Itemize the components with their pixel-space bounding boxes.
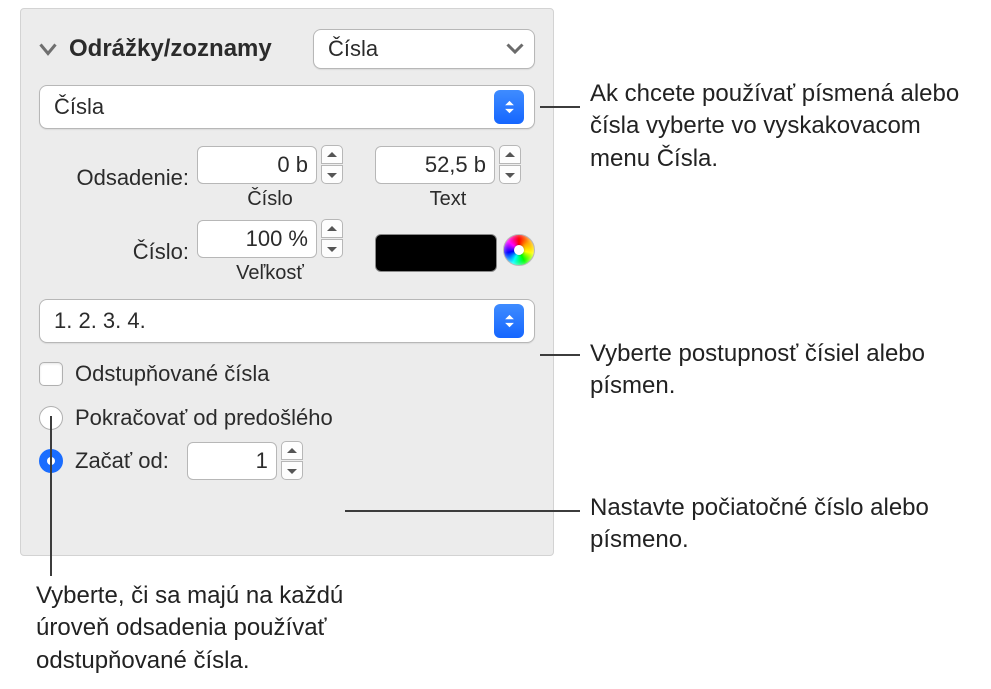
start-from-stepper[interactable]: [281, 441, 303, 480]
continue-from-previous-label: Pokračovať od predošlého: [75, 405, 333, 431]
number-size-field[interactable]: 100 %: [197, 220, 317, 258]
callout-start: Nastavte počiatočné číslo alebo písmeno.: [590, 492, 950, 557]
start-from-field[interactable]: 1: [187, 442, 277, 480]
sequence-value: 1. 2. 3. 4.: [54, 308, 146, 334]
callout-tiered: Vyberte, či sa majú na každú úroveň odsa…: [36, 580, 416, 677]
indent-text-value: 52,5 b: [425, 152, 486, 178]
callout-leader: [540, 354, 580, 356]
tiered-numbers-checkbox[interactable]: [39, 362, 63, 386]
stepper-up-icon[interactable]: [499, 145, 521, 164]
indent-number-stepper[interactable]: [321, 145, 343, 184]
indent-text-field[interactable]: 52,5 b: [375, 146, 495, 184]
stepper-up-icon[interactable]: [321, 145, 343, 164]
section-title: Odrážky/zoznamy: [69, 35, 272, 63]
number-color-swatch[interactable]: [375, 234, 497, 272]
updown-icon: [494, 304, 524, 338]
stepper-up-icon[interactable]: [281, 441, 303, 460]
updown-icon: [494, 90, 524, 124]
stepper-down-icon[interactable]: [321, 165, 343, 184]
callout-leader: [50, 416, 52, 576]
number-size-label: Číslo:: [39, 239, 189, 265]
indent-number-sublabel: Číslo: [247, 188, 293, 211]
indent-label: Odsadenie:: [39, 165, 189, 191]
stepper-down-icon[interactable]: [281, 461, 303, 480]
callout-format: Ak chcete používať písmená alebo čísla v…: [590, 78, 970, 175]
callout-sequence: Vyberte postupnosť čísiel alebo písmen.: [590, 338, 950, 403]
number-size-value: 100 %: [246, 226, 308, 252]
callout-leader: [345, 510, 580, 512]
disclosure-triangle-icon[interactable]: [39, 40, 57, 58]
bullets-lists-panel: Odrážky/zoznamy Čísla Čísla Odsadenie:: [20, 8, 554, 556]
indent-number-field[interactable]: 0 b: [197, 146, 317, 184]
start-from-label: Začať od:: [75, 448, 169, 474]
indent-number-value: 0 b: [277, 152, 308, 178]
list-style-popup[interactable]: Čísla: [313, 29, 535, 69]
indent-text-sublabel: Text: [430, 188, 467, 211]
callout-leader: [540, 106, 580, 108]
stepper-down-icon[interactable]: [321, 239, 343, 258]
number-format-popup[interactable]: Čísla: [39, 85, 535, 129]
sequence-popup[interactable]: 1. 2. 3. 4.: [39, 299, 535, 343]
stepper-down-icon[interactable]: [499, 165, 521, 184]
chevron-down-icon: [506, 40, 524, 58]
stepper-up-icon[interactable]: [321, 219, 343, 238]
indent-text-stepper[interactable]: [499, 145, 521, 184]
start-from-value: 1: [256, 448, 268, 474]
number-size-sublabel: Veľkosť: [236, 262, 304, 285]
number-size-stepper[interactable]: [321, 219, 343, 258]
tiered-numbers-label: Odstupňované čísla: [75, 361, 269, 387]
color-wheel-icon[interactable]: [503, 234, 535, 266]
list-style-value: Čísla: [328, 36, 378, 62]
number-format-value: Čísla: [54, 94, 104, 120]
